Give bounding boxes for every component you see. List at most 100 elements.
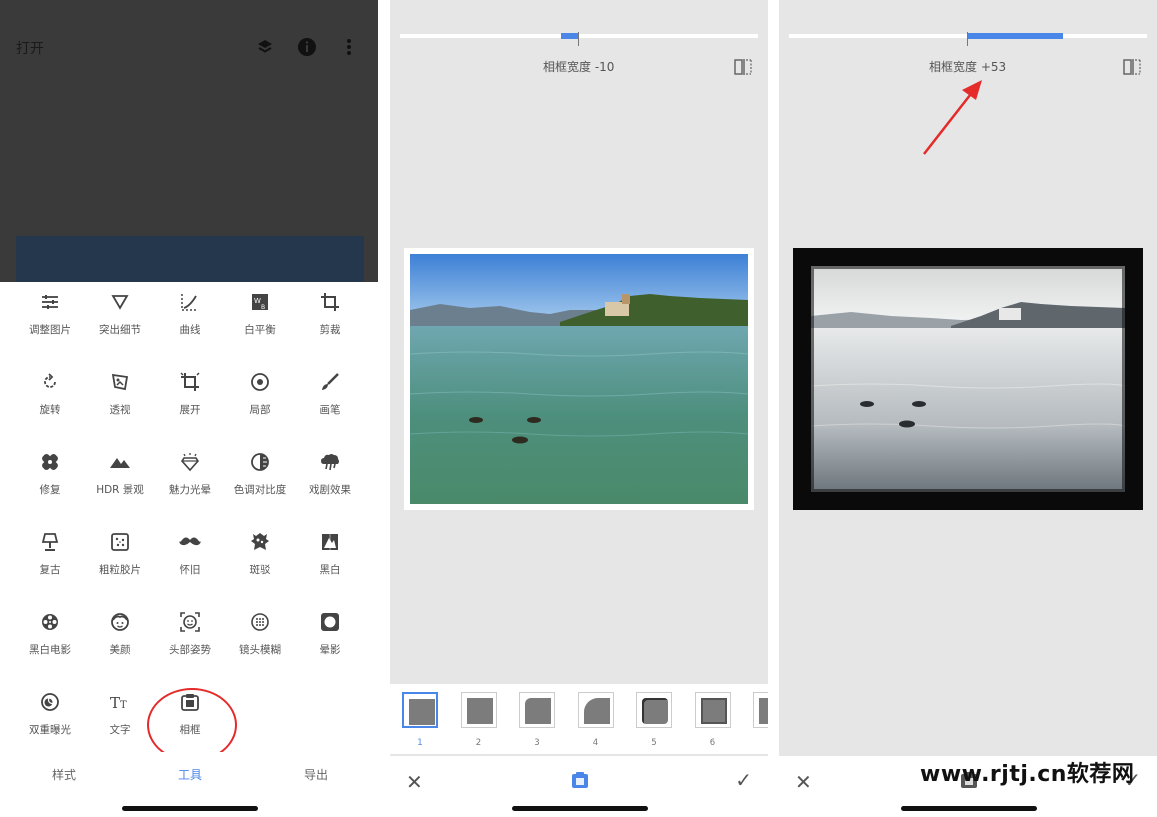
tool-label: 文字 [109,724,131,736]
frame-thumbnail[interactable] [460,692,497,728]
tool-grunge[interactable]: 斑驳 [222,524,298,594]
tool-tune[interactable]: 调整图片 [12,284,88,354]
compare-icon[interactable] [1123,58,1141,76]
frame-number: 2 [475,738,482,748]
frame-preview [759,698,768,724]
tool-bw[interactable]: 黑白 [292,524,368,594]
apply-icon[interactable]: ✓ [735,768,752,792]
annotation-arrow [923,80,982,155]
tool-label: 透视 [109,404,131,416]
tool-brush[interactable]: 画笔 [292,364,368,434]
home-indicator [512,806,648,811]
frame-editor-panel-1: 相框宽度 -10 1 2 3 4 5 6 ✕ ✓ [390,0,768,817]
slider-center-tick [578,32,579,46]
dimmed-image-area: 打开 [0,0,378,282]
tool-perspective[interactable]: 透视 [82,364,158,434]
frame-thumbnail[interactable] [753,692,768,728]
tool-rotate[interactable]: 旋转 [12,364,88,434]
tab-tools[interactable]: 工具 [178,766,202,783]
svg-text:W: W [254,297,261,305]
tool-diamond[interactable]: 魅力光晕 [152,444,228,514]
lamp-icon [38,530,62,554]
tool-label: 双重曝光 [29,724,71,736]
layers-icon[interactable] [254,36,276,58]
tool-lamp[interactable]: 复古 [12,524,88,594]
frame-width-slider[interactable] [400,34,758,38]
tool-cloud[interactable]: 戏剧效果 [292,444,368,514]
frame-preview [409,699,435,725]
frame-thumbnail[interactable] [519,692,555,728]
crop-icon [318,290,342,314]
tool-label: 粗粒胶片 [99,564,141,576]
tool-mountain[interactable]: HDR 景观 [82,444,158,514]
tool-label: HDR 景观 [96,484,144,496]
tool-head-pose[interactable]: 头部姿势 [152,604,228,674]
text-icon: TT [108,690,132,714]
mountain-icon [108,450,132,474]
face-icon [108,610,132,634]
tab-styles[interactable]: 样式 [52,766,76,783]
tool-label: 镜头模糊 [239,644,281,656]
frame-thumbnail[interactable] [694,692,731,728]
bottom-tabs: 样式 工具 导出 [0,752,378,800]
mustache-icon [178,530,202,554]
lens-blur-icon [248,610,272,634]
tool-triangle-down[interactable]: 突出细节 [82,284,158,354]
compare-icon[interactable] [734,58,752,76]
tool-white-balance[interactable]: W B 白平衡 [222,284,298,354]
frame-width-label: 相框宽度 +53 [929,60,1007,74]
tool-healing[interactable]: 修复 [12,444,88,514]
tool-film-reel[interactable]: 黑白电影 [12,604,88,674]
frame-number: 4 [592,738,599,748]
tool-label: 剪裁 [319,324,341,336]
frame-preview [583,698,610,724]
highlight-circle [147,688,237,762]
white-balance-icon: WB [248,290,272,314]
tool-curves[interactable]: 曲线 [152,284,228,354]
tool-label: 画笔 [319,404,341,416]
tool-expand[interactable]: 展开 [152,364,228,434]
svg-text:T: T [120,700,127,711]
tool-vignette[interactable]: 晕影 [292,604,368,674]
frame-number: 3 [534,738,540,748]
tool-lens-blur[interactable]: 镜头模糊 [222,604,298,674]
vignette-icon [318,610,342,634]
brush-icon [318,370,342,394]
film-reel-icon [38,610,62,634]
frame-number: 6 [709,738,716,748]
cancel-icon[interactable]: ✕ [406,770,423,794]
triangle-down-icon [108,290,132,314]
tool-grain[interactable]: 粗粒胶片 [82,524,158,594]
curves-icon [178,290,202,314]
tool-tonal-contrast[interactable]: 色调对比度 [222,444,298,514]
frame-thumbnail[interactable] [577,692,614,728]
frame-thumbnail[interactable] [636,692,672,728]
tool-label: 复古 [39,564,61,576]
info-icon[interactable] [296,36,318,58]
svg-text:T: T [110,694,120,711]
frame-number: 5 [651,738,657,748]
tool-mustache[interactable]: 怀旧 [152,524,228,594]
grain-icon [108,530,132,554]
tune-icon [38,290,62,314]
grunge-icon [248,530,272,554]
more-vert-icon[interactable] [338,36,360,58]
frame-preview [466,698,493,724]
frame-thumbnail[interactable] [402,692,438,728]
slider-fill [967,33,1063,39]
tool-label: 调整图片 [29,324,71,336]
tool-selective[interactable]: 局部 [222,364,298,434]
tools-panel: 打开 调整图片 突出细节 曲线 W B 白平衡 剪裁旋转 透视 展开 局部 画笔修复 HDR 景观 魅力… [0,0,378,817]
tonal-contrast-icon [248,450,272,474]
perspective-icon [108,370,132,394]
frame-icon[interactable] [570,770,590,790]
tool-double-exposure[interactable]: 双重曝光 [12,684,88,754]
open-button[interactable]: 打开 [16,38,44,58]
frame-thumbnails: 1 2 3 4 5 6 [390,684,768,754]
cancel-icon[interactable]: ✕ [795,770,812,794]
tab-export[interactable]: 导出 [304,766,328,783]
lake-photo [410,254,748,504]
head-pose-icon [178,610,202,634]
tool-face[interactable]: 美颜 [82,604,158,674]
tool-crop[interactable]: 剪裁 [292,284,368,354]
